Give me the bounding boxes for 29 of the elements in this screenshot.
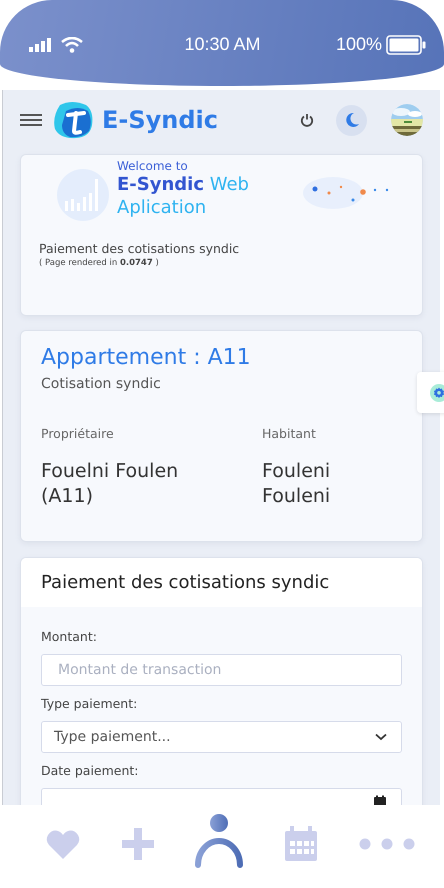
field-value: Fouelni Foulen (A11) — [41, 459, 180, 509]
logo-icon — [52, 101, 94, 139]
form-title: Paiement des cotisations syndic — [21, 558, 422, 607]
field-label: Date paiement: — [41, 763, 140, 778]
page-subtitle: Paiement des cotisations syndic — [39, 241, 240, 256]
apartment-title: Appartement : A11 — [41, 345, 252, 370]
chevron-down-icon — [375, 733, 387, 741]
power-icon[interactable] — [300, 113, 314, 127]
person-icon[interactable] — [194, 812, 243, 868]
field-label: Type paiement: — [41, 696, 138, 711]
amount-input-field[interactable]: Montant de transaction — [41, 654, 402, 686]
render-time-note: ( Page rendered in 0.0747 ) — [39, 258, 160, 268]
gear-icon[interactable] — [430, 384, 444, 402]
battery-percentage: 100% — [336, 34, 382, 55]
dark-mode-button[interactable] — [336, 104, 367, 136]
payment-type-dropdown[interactable]: Type paiement... — [41, 721, 402, 753]
field-label: Habitant — [262, 426, 317, 441]
menu-icon[interactable] — [20, 113, 42, 127]
apartment-subtitle: Cotisation syndic — [41, 376, 162, 392]
welcome-title: E-Syndic Web Aplication — [117, 173, 250, 219]
clock-time: 10:30 AM — [183, 34, 262, 55]
welcome-text: Welcome to — [117, 159, 189, 173]
field-label: Montant: — [41, 629, 98, 644]
field-label: Propriétaire — [41, 426, 115, 441]
brand-name: E-Syndic — [102, 106, 218, 134]
moon-icon[interactable] — [344, 112, 360, 128]
wifi-icon — [61, 37, 83, 53]
field-value: Fouleni Fouleni — [262, 459, 332, 509]
battery-icon — [386, 34, 426, 54]
